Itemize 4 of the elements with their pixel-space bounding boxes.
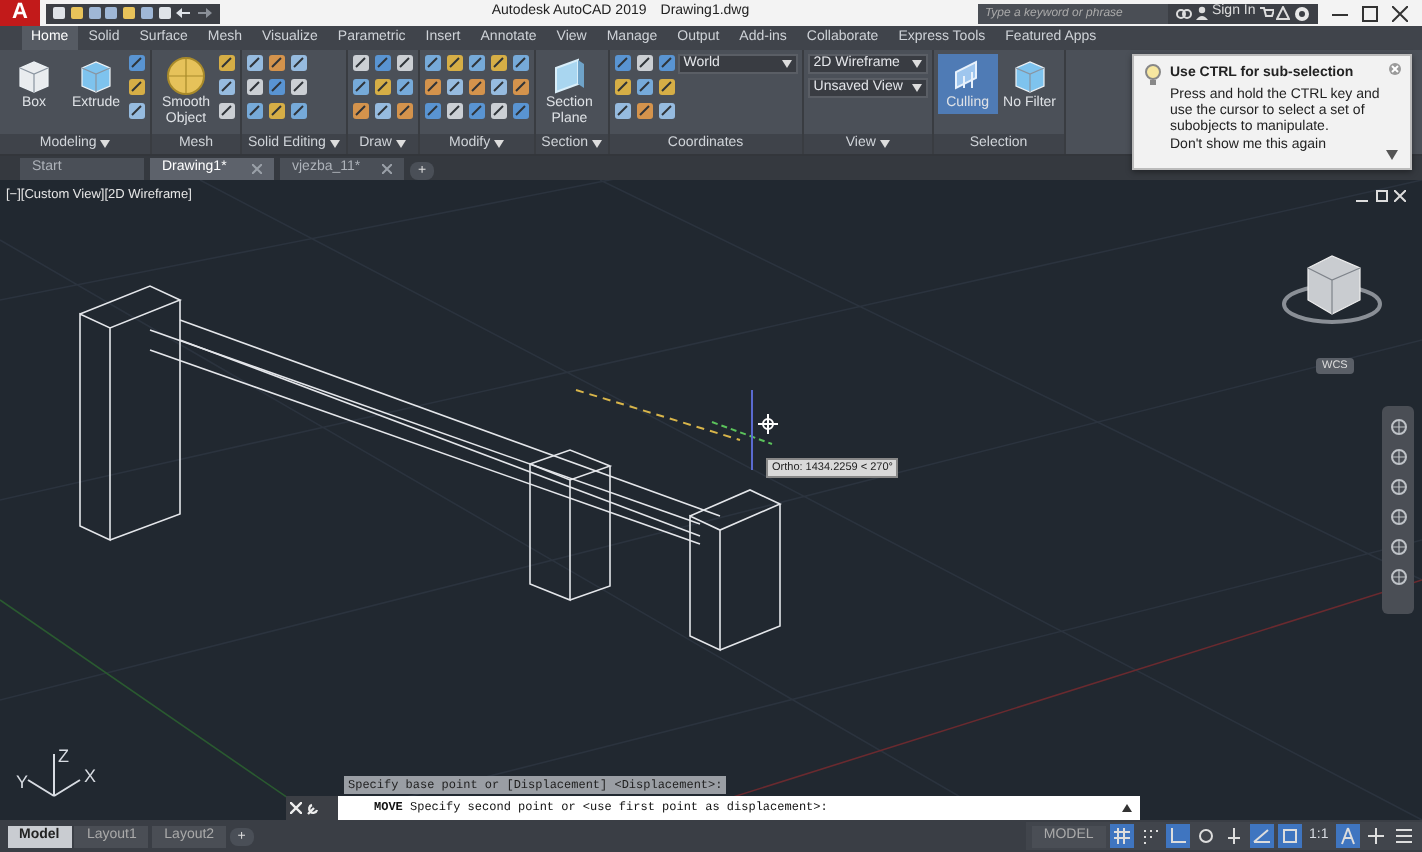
axis-label: X bbox=[84, 766, 97, 786]
axis-label: Y bbox=[16, 772, 29, 792]
axis-label: Z bbox=[58, 746, 69, 766]
app-logo[interactable]: A bbox=[0, 0, 40, 26]
